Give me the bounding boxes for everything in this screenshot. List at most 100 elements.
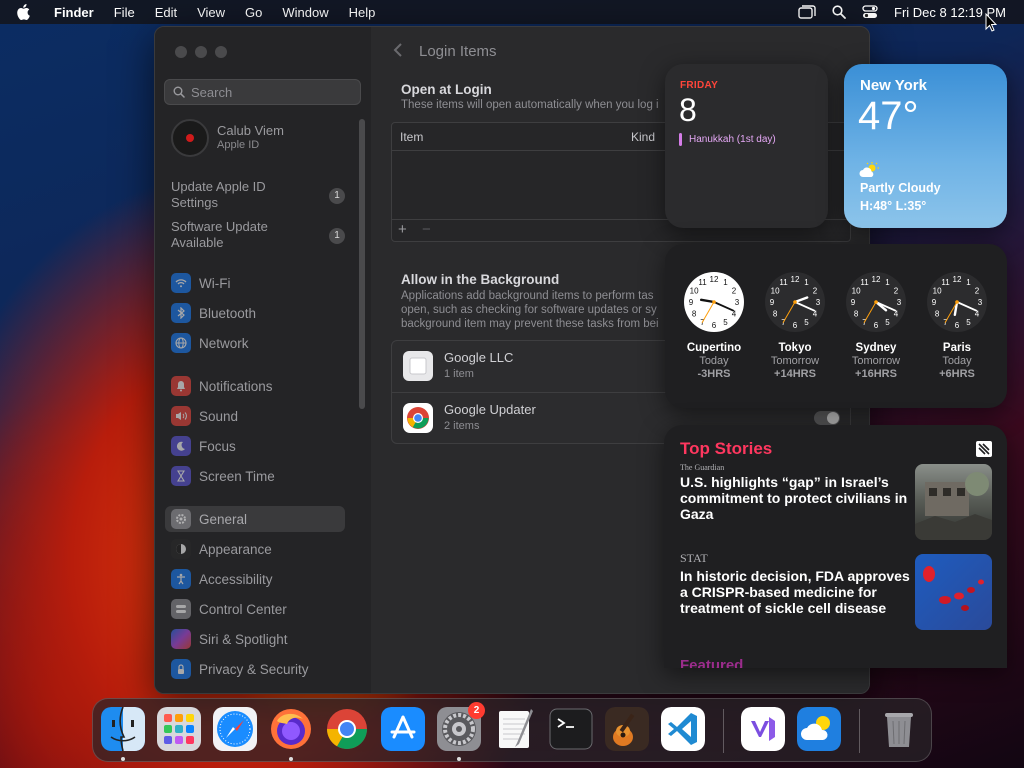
app-store-icon (381, 707, 425, 751)
column-header-kind[interactable]: Kind (631, 130, 655, 144)
svg-text:1: 1 (723, 278, 728, 287)
running-indicator (121, 757, 125, 761)
sidebar-item-accessibility[interactable]: Accessibility (165, 566, 345, 592)
sidebar-search-field[interactable]: Search (164, 79, 361, 105)
menu-app-name[interactable]: Finder (54, 5, 94, 20)
accessibility-icon (171, 569, 191, 589)
dock-textedit[interactable] (493, 707, 537, 751)
sidebar-item-label: Sound (199, 408, 239, 424)
svg-text:11: 11 (941, 278, 950, 287)
sidebar-item-wifi[interactable]: Wi-Fi (165, 270, 345, 296)
dock-safari[interactable] (213, 707, 257, 751)
allow-background-toggle[interactable] (814, 411, 840, 425)
svg-text:3: 3 (816, 298, 821, 307)
menu-view[interactable]: View (197, 5, 225, 20)
svg-text:11: 11 (779, 278, 788, 287)
back-button[interactable] (393, 43, 403, 62)
dock-garageband[interactable] (605, 707, 649, 751)
sidebar-item-label: Bluetooth (199, 305, 257, 321)
dock-app-store[interactable] (381, 707, 425, 751)
calendar-widget[interactable]: FRIDAY 8 Hanukkah (1st day) (665, 64, 828, 228)
sidebar-item-control-center[interactable]: Control Center (165, 596, 345, 622)
calendar-event[interactable]: Hanukkah (1st day) (679, 133, 776, 146)
appearance-icon (171, 539, 191, 559)
sidebar-item-general[interactable]: General (165, 506, 345, 532)
news-story[interactable]: STAT In historic decision, FDA approves … (680, 551, 910, 616)
world-clock-widget[interactable]: 123456789101112 Cupertino Today -3HRS 12… (665, 244, 1007, 408)
sidebar-scrollbar[interactable] (359, 119, 365, 409)
dock-finder[interactable] (101, 707, 145, 751)
page-title: Login Items (419, 43, 497, 60)
control-center-icon[interactable] (862, 5, 878, 19)
dock-chrome[interactable] (325, 707, 369, 751)
weather-city: New York (860, 77, 927, 94)
sidebar-item-siri-spotlight[interactable]: Siri & Spotlight (165, 626, 345, 652)
notifications-icon (171, 376, 191, 396)
menu-window[interactable]: Window (282, 5, 328, 20)
dock-terminal[interactable] (549, 707, 593, 751)
search-icon (173, 86, 185, 98)
weather-temperature: 47° (858, 94, 919, 138)
clock-paris: 123456789101112 Paris Today +6HRS (917, 270, 997, 380)
sidebar-item-sound[interactable]: Sound (165, 403, 345, 429)
svg-text:10: 10 (690, 287, 699, 296)
svg-text:10: 10 (852, 287, 861, 296)
svg-text:1: 1 (804, 278, 809, 287)
clock-city: Cupertino (686, 342, 742, 354)
allow-background-title: Allow in the Background (401, 272, 560, 287)
dock-launchpad[interactable] (157, 707, 201, 751)
add-item-button[interactable]: + (398, 221, 407, 238)
weather-condition: Partly Cloudy (860, 181, 941, 195)
menu-file[interactable]: File (114, 5, 135, 20)
menu-go[interactable]: Go (245, 5, 262, 20)
close-window-button[interactable] (175, 46, 187, 58)
weather-widget[interactable]: New York 47° Partly Cloudy H:48° L:35° (844, 64, 1007, 228)
item-count: 2 items (444, 420, 480, 432)
desc-line: background item may prevent these tasks … (401, 318, 659, 330)
sidebar-item-screen-time[interactable]: Screen Time (165, 463, 345, 489)
clock-offset: -3HRS (697, 368, 731, 380)
network-icon (171, 333, 191, 353)
story-thumbnail[interactable] (915, 464, 992, 540)
settings-badge: 2 (468, 702, 485, 719)
remove-item-button[interactable]: − (422, 221, 431, 238)
dock-weather[interactable] (797, 707, 841, 751)
software-update-notice[interactable]: Software Update Available 1 (171, 219, 351, 251)
dock-visual-studio[interactable] (741, 707, 785, 751)
apple-id-account[interactable]: Calub Viem Apple ID (171, 119, 284, 157)
story-thumbnail[interactable] (915, 554, 992, 630)
dock-separator (723, 709, 724, 753)
zoom-window-button[interactable] (215, 46, 227, 58)
news-story[interactable]: The Guardian U.S. highlights “gap” in Is… (680, 463, 910, 522)
notice-label: Update Apple ID Settings (171, 179, 266, 210)
window-icon[interactable] (798, 5, 816, 19)
sidebar-item-label: General (199, 511, 248, 527)
dock-firefox[interactable] (269, 707, 313, 751)
sidebar-item-bluetooth[interactable]: Bluetooth (165, 300, 345, 326)
svg-text:3: 3 (735, 298, 740, 307)
sidebar-item-notifications[interactable]: Notifications (165, 373, 345, 399)
visual-studio-icon (741, 707, 785, 751)
chrome-icon (403, 403, 433, 433)
menu-edit[interactable]: Edit (155, 5, 177, 20)
news-featured-label: Featured (680, 657, 744, 668)
vscode-icon (661, 707, 705, 751)
column-header-item[interactable]: Item (400, 130, 423, 144)
dock-trash[interactable] (877, 707, 921, 751)
apple-icon[interactable] (16, 0, 36, 24)
sidebar-item-label: Screen Time (199, 468, 275, 484)
sidebar-item-appearance[interactable]: Appearance (165, 536, 345, 562)
sidebar-item-privacy-security[interactable]: Privacy & Security (165, 656, 345, 682)
dock-vscode[interactable] (661, 707, 705, 751)
open-at-login-desc: These items will open automatically when… (401, 99, 659, 111)
update-apple-id-notice[interactable]: Update Apple ID Settings 1 (171, 179, 351, 211)
search-icon[interactable] (832, 5, 846, 19)
svg-text:6: 6 (793, 321, 798, 330)
menu-help[interactable]: Help (349, 5, 376, 20)
sidebar-item-focus[interactable]: Focus (165, 433, 345, 459)
sidebar-item-network[interactable]: Network (165, 330, 345, 356)
sidebar-item-label: Accessibility (199, 571, 273, 587)
minimize-window-button[interactable] (195, 46, 207, 58)
svg-text:9: 9 (932, 298, 937, 307)
news-widget[interactable]: Top Stories The Guardian U.S. highlights… (664, 425, 1007, 668)
